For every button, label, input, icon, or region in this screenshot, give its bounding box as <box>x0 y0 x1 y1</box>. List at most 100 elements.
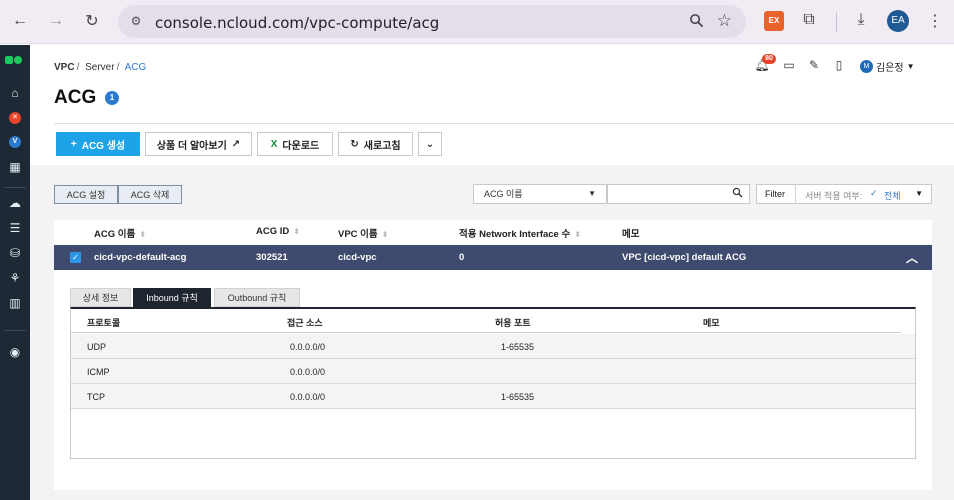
breadcrumb-item-vpc[interactable]: VPC <box>54 62 75 73</box>
extensions-puzzle-icon[interactable]: ⧉ <box>799 11 819 31</box>
book-icon[interactable]: ▯ <box>831 58 847 74</box>
table-row: ICMP 0.0.0.0/0 <box>71 359 915 384</box>
edit-icon[interactable]: ✎ <box>806 58 822 74</box>
cell-acg-name: cicd-vpc-default-acg <box>94 252 187 263</box>
column-header-vpc-name[interactable]: VPC 이름 ⬍ <box>338 226 388 240</box>
chevron-down-icon: ⌄ <box>425 138 435 150</box>
cell-port: 1-65535 <box>501 392 535 402</box>
search-input[interactable] <box>607 184 750 204</box>
zoom-icon[interactable] <box>689 13 704 32</box>
table-row: UDP 0.0.0.0/0 1-65535 <box>71 334 915 359</box>
left-sidebar: ⌂ ✕ V ▦ ☁ ☰ ⛁ ⚘ ▥ ◉ <box>0 45 30 500</box>
main-content: VPC / Server / ACG 🔔︎ 80 ▭ ✎ ▯ M 김은정 ▼ ACG… <box>30 45 954 500</box>
learn-more-button[interactable]: 상품 더 알아보기 ↗ <box>145 132 252 156</box>
cell-source: 0.0.0.0/0 <box>290 392 326 402</box>
caret-down-icon: ▼ <box>588 189 596 198</box>
user-name: 김은정 <box>876 62 904 74</box>
sort-icon: ⬍ <box>574 230 581 239</box>
user-menu[interactable]: M 김은정 ▼ <box>860 59 915 74</box>
page-title: ACG <box>54 87 97 108</box>
network-icon[interactable]: ⚘ <box>7 270 23 286</box>
download-icon[interactable]: ⤓ <box>851 11 871 31</box>
acg-delete-button[interactable]: ACG 삭제 <box>118 185 182 204</box>
search-icon[interactable] <box>732 187 743 201</box>
cell-protocol: ICMP <box>87 367 110 377</box>
bell-icon[interactable]: 🔔︎ 80 <box>754 54 776 74</box>
column-header-source: 접근 소스 <box>287 318 323 328</box>
ncloud-logo[interactable] <box>5 55 25 65</box>
inbound-rules-panel: 프로토콜 접근 소스 허용 포트 메모 UDP 0.0.0.0/0 1-6553… <box>70 307 916 459</box>
address-bar[interactable]: ⚙ console.ncloud.com/vpc-compute/acg ☆ <box>118 5 746 38</box>
bookmark-star-icon[interactable]: ☆ <box>717 11 732 31</box>
filter-name: 서버 적용 여부: <box>805 191 863 201</box>
column-header-acg-name[interactable]: ACG 이름 ⬍ <box>94 226 146 240</box>
acg-table: ACG 이름 ⬍ ACG ID ⬍ VPC 이름 ⬍ 적용 Network Inter… <box>54 220 932 490</box>
profile-avatar[interactable]: EA <box>887 10 909 32</box>
tab-inbound-rules[interactable]: Inbound 규칙 <box>133 288 211 307</box>
cell-vpc-name: cicd-vpc <box>338 252 377 263</box>
sort-icon: ⬍ <box>381 230 389 239</box>
column-header-acg-id[interactable]: ACG ID ⬍ <box>256 226 300 237</box>
sort-icon: ⬍ <box>293 227 300 236</box>
sidebar-divider <box>4 187 26 188</box>
chevron-up-icon[interactable]: ︿ <box>906 249 918 266</box>
table-header: ACG 이름 ⬍ ACG ID ⬍ VPC 이름 ⬍ 적용 Network Inter… <box>54 220 932 244</box>
server-icon[interactable]: ☰ <box>7 220 23 236</box>
cloud-icon[interactable]: ☁ <box>7 195 23 211</box>
vpc-icon[interactable]: V <box>9 136 21 148</box>
sidebar-divider <box>4 330 26 331</box>
cell-nic-count: 0 <box>459 252 465 263</box>
chart-icon[interactable]: ▥ <box>7 295 23 311</box>
count-badge: 1 <box>105 91 119 105</box>
server-filter-dropdown[interactable]: Filter 서버 적용 여부: ✓ 전체 ▼ <box>756 184 932 204</box>
filter-value: 전체 <box>884 191 901 201</box>
search-field-select[interactable]: ACG 이름 ▼ <box>473 184 607 204</box>
caret-down-icon: ▼ <box>915 189 923 198</box>
back-arrow-icon[interactable]: ← <box>9 10 31 32</box>
close-circle-icon[interactable]: ✕ <box>9 112 21 124</box>
browser-menu-icon[interactable]: ⋮ <box>925 11 945 31</box>
excel-icon: X <box>270 138 278 150</box>
refresh-button[interactable]: ↻ 새로고침 <box>338 132 413 156</box>
forward-arrow-icon[interactable]: → <box>45 10 67 32</box>
cell-memo: VPC [cicd-vpc] default ACG <box>622 252 747 263</box>
filter-divider <box>795 185 796 203</box>
breadcrumb-item-server[interactable]: Server <box>85 62 114 73</box>
refresh-icon: ↻ <box>350 138 359 150</box>
cell-protocol: TCP <box>87 392 105 402</box>
table-row[interactable]: ✓ cicd-vpc-default-acg 302521 cicd-vpc 0… <box>54 245 932 270</box>
check-icon: ✓ <box>870 188 878 198</box>
column-header-protocol: 프로토콜 <box>87 318 121 328</box>
row-checkbox[interactable]: ✓ <box>70 252 81 263</box>
database-icon[interactable]: ⛁ <box>7 245 23 261</box>
grid-icon[interactable]: ▦ <box>7 159 23 175</box>
column-header-memo: 메모 <box>622 229 640 240</box>
tab-outbound-rules[interactable]: Outbound 규칙 <box>214 288 300 307</box>
tab-details[interactable]: 상세 정보 <box>70 288 131 307</box>
download-button[interactable]: X 다운로드 <box>257 132 333 156</box>
header-divider <box>54 123 954 124</box>
url-text[interactable]: console.ncloud.com/vpc-compute/acg <box>155 14 439 32</box>
site-settings-icon[interactable]: ⚙ <box>128 14 144 30</box>
cell-protocol: UDP <box>87 342 107 352</box>
user-avatar: M <box>860 59 873 73</box>
acg-settings-button[interactable]: ACG 설정 <box>54 185 118 204</box>
column-header-nic-count[interactable]: 적용 Network Interface 수 ⬍ <box>459 226 581 240</box>
browser-toolbar: ← → ↻ ⚙ console.ncloud.com/vpc-compute/a… <box>0 0 954 44</box>
column-header-port: 허용 포트 <box>495 318 531 328</box>
home-icon[interactable]: ⌂ <box>7 85 23 101</box>
more-dropdown-button[interactable]: ⌄ <box>418 132 442 156</box>
reload-icon[interactable]: ↻ <box>81 10 103 32</box>
column-header-memo: 메모 <box>703 318 720 328</box>
notification-badge: 80 <box>762 54 776 64</box>
sort-icon: ⬍ <box>139 230 146 239</box>
create-acg-button[interactable]: + ACG 생성 <box>56 132 140 156</box>
support-icon[interactable]: ◉ <box>7 344 23 360</box>
chevron-down-icon: ▼ <box>906 61 915 71</box>
breadcrumb-item-acg[interactable]: ACG <box>125 62 147 73</box>
extension-icon[interactable]: EX <box>764 11 784 31</box>
cell-port: 1-65535 <box>501 342 535 352</box>
chat-icon[interactable]: ▭ <box>781 58 797 74</box>
rules-header: 프로토콜 접근 소스 허용 포트 메모 <box>71 309 901 333</box>
cell-source: 0.0.0.0/0 <box>290 342 326 352</box>
